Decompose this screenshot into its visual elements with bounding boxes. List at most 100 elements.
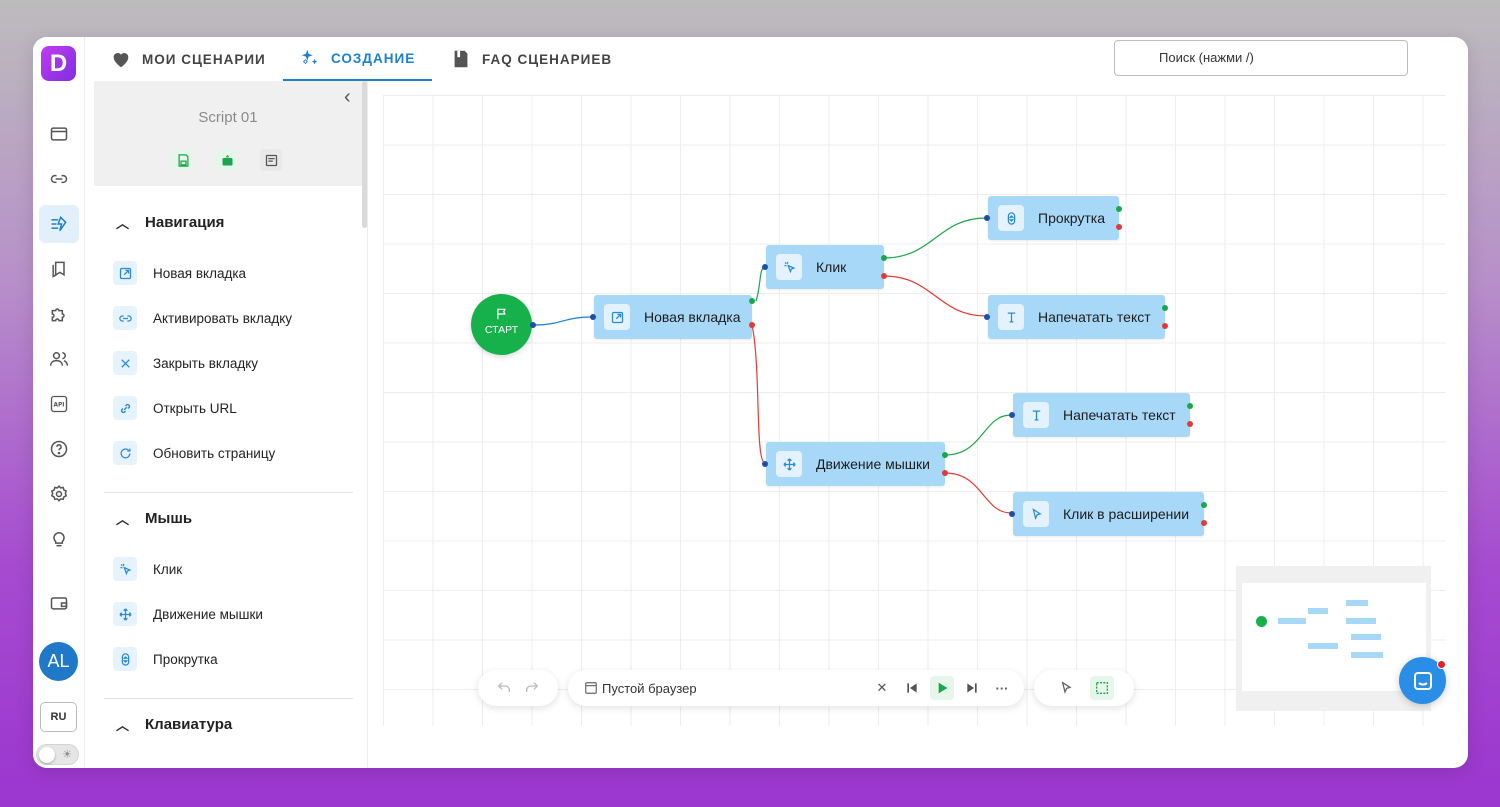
minimap-node (1346, 618, 1376, 624)
puzzle-icon[interactable] (39, 295, 79, 333)
play-icon[interactable] (930, 676, 954, 700)
flow-node-scroll[interactable]: Прокрутка (988, 196, 1119, 240)
minimap-node (1308, 608, 1328, 614)
clear-icon[interactable]: ✕ (870, 676, 894, 700)
save-icon[interactable] (172, 149, 194, 171)
flow-node-new-tab[interactable]: Новая вкладка (594, 295, 752, 339)
block-scroll[interactable]: Прокрутка (113, 647, 218, 671)
flow-node-click[interactable]: Клик (766, 245, 884, 289)
app-logo[interactable]: D (41, 46, 76, 81)
node-label: Клик в расширении (1063, 506, 1190, 522)
step-back-icon[interactable] (900, 676, 924, 700)
link-icon[interactable] (39, 160, 79, 198)
error-port[interactable] (1187, 421, 1193, 427)
input-port[interactable] (984, 314, 990, 320)
error-port[interactable] (1116, 224, 1122, 230)
flow-node-mouse-move[interactable]: Движение мышки (766, 442, 945, 486)
error-port[interactable] (942, 470, 948, 476)
input-port[interactable] (590, 314, 596, 320)
start-output-port[interactable] (530, 322, 536, 328)
input-port[interactable] (984, 215, 990, 221)
input-port[interactable] (762, 264, 768, 270)
success-port[interactable] (1116, 206, 1122, 212)
undo-icon[interactable] (492, 676, 516, 700)
success-port[interactable] (1187, 403, 1193, 409)
link-icon (113, 306, 137, 330)
bulb-icon[interactable] (39, 520, 79, 558)
history-controls (478, 670, 558, 706)
toggle-knob (39, 747, 55, 763)
avatar[interactable]: AL (39, 642, 78, 681)
wallet-icon[interactable] (39, 584, 79, 622)
block-activate-tab[interactable]: Активировать вкладку (113, 306, 292, 330)
error-port[interactable] (749, 322, 755, 328)
script-name[interactable]: Script 01 (94, 109, 362, 126)
area-select-icon[interactable] (1090, 676, 1114, 700)
help-icon[interactable] (39, 430, 79, 468)
block-label: Движение мышки (153, 606, 263, 622)
builder-icon[interactable] (39, 205, 79, 243)
tab-label: СОЗДАНИЕ (331, 50, 416, 66)
flow-node-extension-click[interactable]: Клик в расширении (1013, 492, 1204, 536)
error-port[interactable] (881, 273, 887, 279)
tab-my-scenarios[interactable]: МОИ СЦЕНАРИИ (110, 37, 266, 81)
app-window: D API AL RU ☀ МОИ СЦЕНАРИИ СОЗДАНИЕ FAQ … (33, 37, 1468, 768)
section-mouse[interactable]: ︿ Мышь (116, 509, 192, 528)
block-label: Прокрутка (153, 651, 218, 667)
minimap-node (1351, 652, 1383, 658)
bookmarks-icon[interactable] (39, 250, 79, 288)
book-icon (454, 50, 468, 68)
cloud-save-icon[interactable] (216, 149, 238, 171)
success-port[interactable] (1201, 502, 1207, 508)
theme-toggle[interactable]: ☀ (36, 744, 79, 765)
error-port[interactable] (1162, 323, 1168, 329)
minimap-node (1351, 634, 1381, 640)
section-navigation[interactable]: ︿ Навигация (116, 213, 224, 232)
error-port[interactable] (1201, 520, 1207, 526)
block-new-tab[interactable]: Новая вкладка (113, 261, 246, 285)
redo-icon[interactable] (520, 676, 544, 700)
search-input[interactable]: Поиск (нажми /) (1114, 40, 1408, 76)
users-icon[interactable] (39, 340, 79, 378)
browser-icon[interactable] (39, 115, 79, 153)
block-open-url[interactable]: Открыть URL (113, 396, 237, 420)
success-port[interactable] (749, 298, 755, 304)
more-icon[interactable]: ··· (990, 676, 1014, 700)
api-icon[interactable]: API (39, 385, 79, 423)
document-icon[interactable] (260, 149, 282, 171)
block-mouse-move[interactable]: Движение мышки (113, 602, 263, 626)
run-controls: Пустой браузер ✕ ··· (568, 670, 1024, 706)
success-port[interactable] (881, 255, 887, 261)
tab-faq[interactable]: FAQ СЦЕНАРИЕВ (450, 37, 612, 81)
success-port[interactable] (942, 452, 948, 458)
language-switch[interactable]: RU (40, 702, 77, 732)
collapse-icon[interactable]: ‹ (344, 86, 351, 109)
start-node[interactable]: СТАРТ (471, 294, 532, 355)
flow-node-type-text-2[interactable]: Напечатать текст (1013, 393, 1190, 437)
settings-icon[interactable] (39, 475, 79, 513)
cursor-click-icon (113, 557, 137, 581)
tab-create[interactable]: СОЗДАНИЕ (283, 37, 432, 81)
block-label: Закрыть вкладку (153, 355, 259, 371)
input-port[interactable] (762, 461, 768, 467)
browser-selector[interactable]: Пустой браузер (584, 681, 870, 696)
panel-border (367, 81, 368, 768)
select-pointer-icon[interactable] (1054, 676, 1078, 700)
success-port[interactable] (1162, 305, 1168, 311)
chat-icon (1413, 671, 1432, 690)
input-port[interactable] (1009, 511, 1015, 517)
block-close-tab[interactable]: Закрыть вкладку (113, 351, 258, 375)
minimap-start (1256, 616, 1267, 627)
block-click[interactable]: Клик (113, 557, 182, 581)
step-forward-icon[interactable] (960, 676, 984, 700)
chevron-up-icon: ︿ (116, 216, 130, 231)
node-label: Новая вкладка (644, 309, 741, 325)
move-icon (776, 451, 802, 477)
block-reload-page[interactable]: Обновить страницу (113, 441, 275, 465)
external-link-icon (604, 304, 630, 330)
input-port[interactable] (1009, 412, 1015, 418)
minimap-node (1346, 600, 1368, 606)
flow-node-type-text[interactable]: Напечатать текст (988, 295, 1165, 339)
section-title: Клавиатура (145, 716, 233, 733)
section-keyboard[interactable]: ︿ Клавиатура (116, 715, 232, 734)
